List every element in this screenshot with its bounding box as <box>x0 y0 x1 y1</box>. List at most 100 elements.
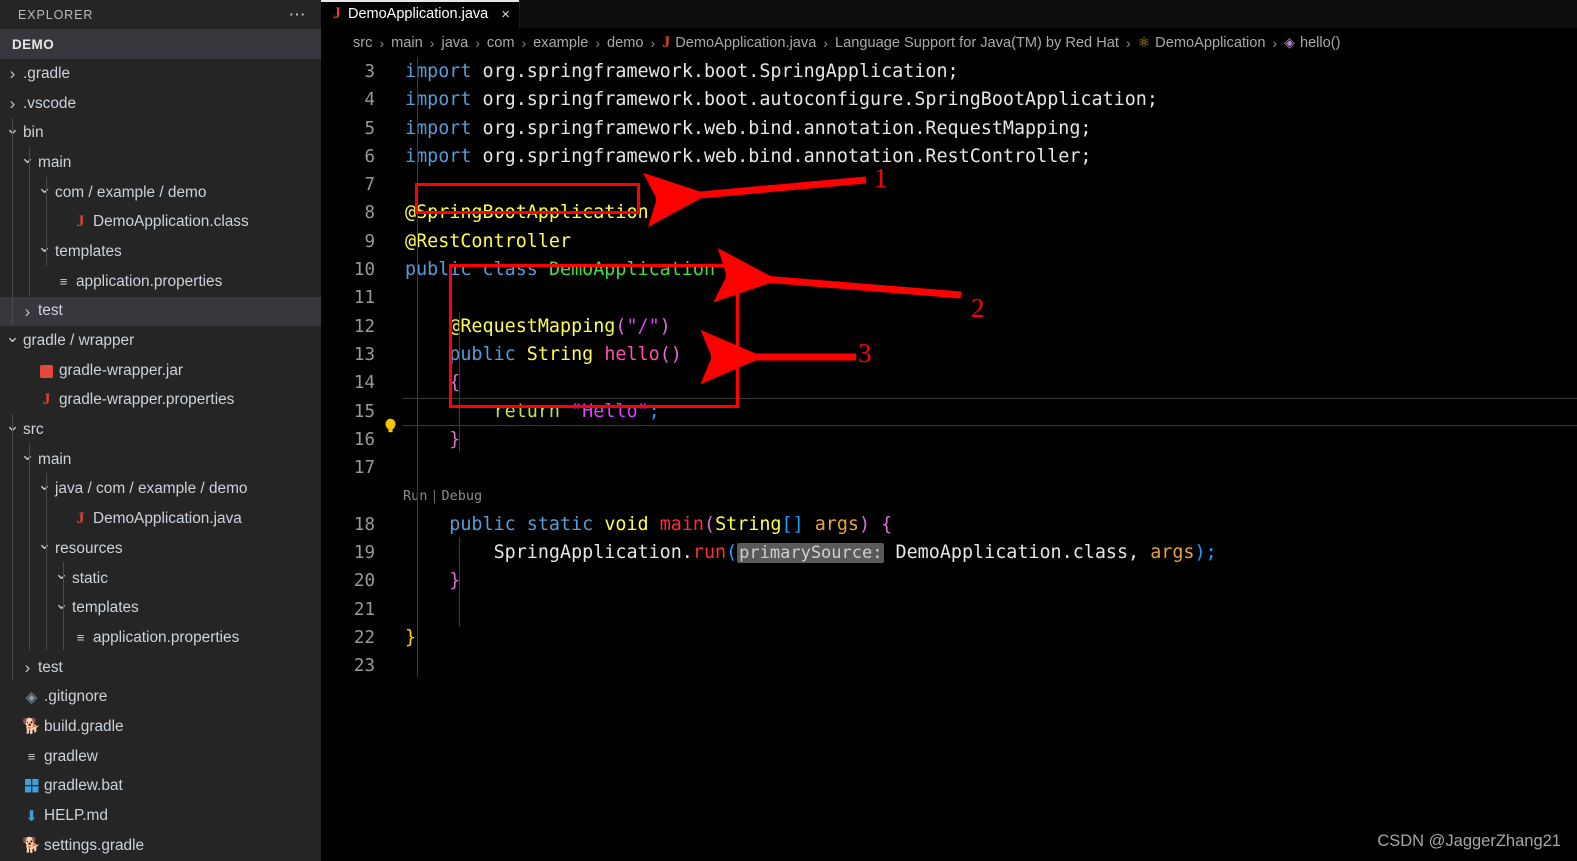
tree-item-application-properties[interactable]: ≡ application.properties <box>0 623 321 653</box>
chevron-right-icon[interactable] <box>4 65 21 82</box>
line-number: 3 <box>364 62 375 82</box>
tree-item-label: DemoApplication.class <box>93 213 249 231</box>
breadcrumb-item-demoapplication-java[interactable]: J DemoApplication.java <box>662 34 816 52</box>
code-token: [] <box>781 513 815 535</box>
tree-item-bin[interactable]: bin <box>0 118 321 148</box>
chevron-down-icon[interactable] <box>53 600 70 617</box>
tree-item-demoapplication-java[interactable]: J DemoApplication.java <box>0 504 321 534</box>
breadcrumb-separator: › <box>379 34 385 51</box>
line-number: 4 <box>364 90 375 111</box>
codelens-run[interactable]: Run <box>403 482 427 510</box>
breadcrumb-item-demoapplication[interactable]: ⚛ DemoApplication <box>1138 34 1266 51</box>
tree-item-test[interactable]: test <box>0 653 321 683</box>
line-number: 11 <box>353 288 375 309</box>
code-line-9[interactable]: 9 @RestController <box>321 228 1577 256</box>
code-line-19[interactable]: 19 SpringApplication.run(primarySource: … <box>321 539 1577 567</box>
tree-item-application-properties[interactable]: ≡ application.properties <box>0 267 321 297</box>
breadcrumb-label: Language Support for Java(TM) by Red Hat <box>835 34 1119 51</box>
breadcrumb-item-language-support-for-java-tm-by-red-hat[interactable]: Language Support for Java(TM) by Red Hat <box>835 35 1119 51</box>
code-token: String <box>715 513 782 535</box>
vscode-window: EXPLORER ⋯ DEMO .gradle .vscode bin main com… <box>0 0 1577 861</box>
project-root-header[interactable]: DEMO <box>0 29 321 59</box>
codelens-run-debug[interactable]: Run | Debug <box>321 482 1577 510</box>
tree-item-java-com-example-demo[interactable]: java / com / example / demo <box>0 475 321 505</box>
annotation-number-2: 2 <box>971 293 985 323</box>
tree-item-gradle[interactable]: .gradle <box>0 59 321 89</box>
editor-tabbar: J DemoApplication.java × <box>321 0 1577 28</box>
tree-item-settings-gradle[interactable]: 🐕 settings.gradle <box>0 831 321 861</box>
chevron-right-icon[interactable] <box>4 95 21 112</box>
tree-item-build-gradle[interactable]: 🐕 build.gradle <box>0 712 321 742</box>
explorer-header: EXPLORER ⋯ <box>0 0 321 29</box>
tree-item-test[interactable]: test <box>0 296 321 327</box>
code-line-6[interactable]: 6 import org.springframework.web.bind.ann… <box>321 143 1577 171</box>
tree-item-gradlew[interactable]: ≡ gradlew <box>0 742 321 772</box>
chevron-down-icon[interactable] <box>19 451 36 468</box>
chevron-down-icon[interactable] <box>19 154 36 171</box>
chevron-right-icon[interactable] <box>19 303 36 320</box>
code-line-22[interactable]: 22} <box>321 624 1577 652</box>
annotation-number-3: 3 <box>858 338 872 368</box>
properties-file-icon: ≡ <box>76 630 85 646</box>
code-line-4[interactable]: 4 import org.springframework.boot.autocon… <box>321 86 1577 114</box>
breadcrumb-label: example <box>533 34 589 51</box>
code-line-16[interactable]: 16 } <box>321 426 1577 454</box>
tree-item-help-md[interactable]: ⬇ HELP.md <box>0 801 321 831</box>
tree-item-static[interactable]: static <box>0 564 321 594</box>
breadcrumb-item-com[interactable]: com <box>487 35 515 51</box>
code-token: ); <box>1194 542 1217 564</box>
code-line-21[interactable]: 21 <box>321 596 1577 624</box>
breadcrumb-separator: › <box>475 34 480 51</box>
tree-item-templates[interactable]: templates <box>0 237 321 267</box>
code-line-20[interactable]: 20 } <box>321 567 1577 595</box>
java-file-icon: J <box>42 391 51 409</box>
line-number: 13 <box>353 344 375 365</box>
tree-item-gradle-wrapper-properties[interactable]: Jgradle-wrapper.properties <box>0 386 321 416</box>
breadcrumb-item-hello[interactable]: ◈ hello() <box>1284 34 1340 51</box>
tree-item-gradle-wrapper[interactable]: gradle / wrapper <box>0 326 321 356</box>
line-number: 5 <box>364 118 375 139</box>
tree-item-resources[interactable]: resources <box>0 534 321 564</box>
tree-item-vscode[interactable]: .vscode <box>0 89 321 119</box>
code-line-18[interactable]: 18 public static void main(String[] args… <box>321 511 1577 539</box>
chevron-right-icon[interactable] <box>19 659 36 676</box>
breadcrumb-item-src[interactable]: src <box>353 35 372 51</box>
chevron-down-icon[interactable] <box>4 333 21 350</box>
chevron-down-icon[interactable] <box>36 540 53 557</box>
codelens-debug[interactable]: Debug <box>442 482 483 510</box>
method-symbol-icon: ◈ <box>1284 34 1295 50</box>
code-text: } <box>403 567 460 595</box>
breadcrumb-label: DemoApplication.java <box>675 34 817 51</box>
tree-item-com-example-demo[interactable]: com / example / demo <box>0 178 321 208</box>
tab-demoapplication-java[interactable]: J DemoApplication.java × <box>321 0 521 28</box>
tree-item-label: .vscode <box>23 94 77 112</box>
code-line-23[interactable]: 23 <box>321 652 1577 680</box>
tree-item-demoapplication-class[interactable]: J DemoApplication.class <box>0 207 321 237</box>
tree-item-main[interactable]: main <box>0 445 321 475</box>
close-icon[interactable]: × <box>501 6 510 23</box>
tree-item-main[interactable]: main <box>0 148 321 178</box>
code-line-17[interactable]: 17 <box>321 454 1577 482</box>
jar-file-icon <box>36 363 57 378</box>
tree-item-gradlew-bat[interactable]: gradlew.bat <box>0 772 321 802</box>
chevron-down-icon[interactable] <box>53 570 70 587</box>
chevron-down-icon[interactable] <box>36 481 53 498</box>
tree-item-gradle-wrapper-jar[interactable]: gradle-wrapper.jar <box>0 356 321 386</box>
chevron-down-icon[interactable] <box>36 184 53 201</box>
code-token: args <box>814 513 860 535</box>
ellipsis-icon[interactable]: ⋯ <box>289 6 308 23</box>
tree-item-src[interactable]: src <box>0 415 321 445</box>
tree-item-templates[interactable]: templates <box>0 593 321 623</box>
breadcrumb-item-example[interactable]: example <box>533 35 588 51</box>
code-line-3[interactable]: 3 import org.springframework.boot.SpringA… <box>321 58 1577 86</box>
code-line-5[interactable]: 5 import org.springframework.web.bind.ann… <box>321 115 1577 143</box>
breadcrumb-item-demo[interactable]: demo <box>607 35 644 51</box>
gradle-file-icon: 🐕 <box>22 837 41 855</box>
breadcrumb-item-java[interactable]: java <box>441 35 468 51</box>
tree-item-gitignore[interactable]: ◈ .gitignore <box>0 682 321 712</box>
code-token: primarySource: <box>737 543 885 564</box>
chevron-down-icon[interactable] <box>36 243 53 260</box>
breadcrumb-item-main[interactable]: main <box>391 35 423 51</box>
tree-item-label: settings.gradle <box>44 836 145 854</box>
tree-item-label: main <box>38 450 72 468</box>
